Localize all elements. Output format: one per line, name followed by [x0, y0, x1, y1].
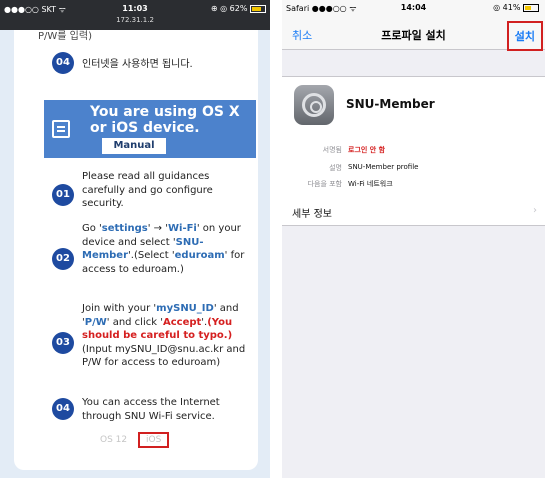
os-banner: You are using OS X or iOS device. Manual: [44, 100, 256, 158]
text-part: Join with your ': [82, 303, 157, 314]
nav-bar: 취소 프로파일 설치 설치: [282, 18, 545, 51]
step-cut-text: P/W를 입력): [38, 31, 92, 42]
text-highlight: mySNU_ID: [156, 303, 214, 314]
text-highlight: P/W: [84, 316, 107, 328]
row-key: 설명: [329, 164, 342, 172]
row-value: SNU-Member profile: [348, 163, 419, 171]
row-key: 다음을 포함: [307, 180, 342, 188]
battery-icon: [250, 4, 266, 13]
row-key: 서명됨: [322, 146, 342, 154]
text-highlight: Wi-Fi: [167, 223, 197, 234]
document-icon: [52, 120, 70, 138]
banner-title: You are using OS X or iOS device.: [90, 104, 240, 136]
step-text: You can access the Internet through SNU …: [82, 397, 220, 422]
left-phone-screen: ●●●○○ SKT ᯤ 11:03 172.31.1.2 ⊕ ◎ 62% P/W…: [0, 0, 270, 478]
text-part: (Input mySNU_ID@snu.ac.kr and P/W for ac…: [82, 343, 246, 369]
step-prev-cut: P/W를 입력): [38, 30, 254, 44]
profile-panel: SNU-Member 서명됨 로그인 안 함 설명 SNU-Member pro…: [282, 76, 545, 226]
status-bar: Safari ●●●○○ ᯤ 14:04 ◎ 41%: [282, 0, 545, 18]
more-details-link[interactable]: 세부 정보: [292, 205, 332, 220]
text-highlight: eduroam: [174, 250, 225, 261]
battery-icon: [523, 3, 539, 12]
install-button[interactable]: 설치: [506, 21, 543, 51]
pager-prev[interactable]: OS 12: [100, 435, 127, 445]
page-title: 프로파일 설치: [381, 29, 446, 42]
step-text: Go 'settings' → 'Wi-Fi' on your device a…: [82, 222, 252, 276]
text-highlight: Accept: [162, 316, 202, 328]
manual-button[interactable]: Manual: [102, 138, 166, 154]
text-part: ' and click ': [106, 316, 163, 328]
step-badge: 01: [52, 184, 74, 206]
step-03: Join with your 'mySNU_ID' and 'P/W' and …: [82, 302, 252, 370]
text-part: ' → ': [147, 223, 168, 234]
step-04-korean: 인터넷을 사용하면 됩니다.: [82, 58, 252, 72]
step-badge: 02: [52, 248, 74, 270]
step-badge: 04: [52, 52, 74, 74]
step-text: Please read all guidances carefully and …: [82, 171, 213, 209]
battery-label: ◎ 41%: [493, 3, 521, 12]
text-highlight: settings: [101, 223, 148, 234]
step-badge: 03: [52, 332, 74, 354]
step-04: You can access the Internet through SNU …: [82, 396, 252, 423]
right-phone-screen: Safari ●●●○○ ᯤ 14:04 ◎ 41% 취소 프로파일 설치 설치…: [282, 0, 545, 478]
text-part: '.(Select ': [128, 250, 175, 261]
os-pager: OS 12 iOS: [100, 432, 170, 448]
settings-gear-icon: [294, 85, 334, 125]
chevron-right-icon: ›: [533, 205, 537, 216]
pager-current[interactable]: iOS: [138, 432, 170, 448]
battery-label: ⊕ ◎ 62%: [210, 4, 248, 13]
step-text: 인터넷을 사용하면 됩니다.: [82, 59, 193, 70]
status-bar: ●●●○○ SKT ᯤ 11:03 172.31.1.2 ⊕ ◎ 62%: [0, 0, 270, 30]
step-01: Please read all guidances carefully and …: [82, 170, 252, 211]
step-text: Join with your 'mySNU_ID' and 'P/W' and …: [82, 302, 252, 370]
profile-name: SNU-Member: [346, 97, 435, 111]
step-badge: 04: [52, 398, 74, 420]
battery-status: ⊕ ◎ 62%: [211, 4, 266, 13]
address-label: 172.31.1.2: [116, 16, 154, 24]
step-02: Go 'settings' → 'Wi-Fi' on your device a…: [82, 222, 252, 276]
text-part: Go ': [82, 223, 102, 234]
row-value: Wi-Fi 네트워크: [348, 180, 393, 188]
row-value: 로그인 안 함: [348, 146, 386, 154]
battery-status: ◎ 41%: [493, 3, 539, 12]
